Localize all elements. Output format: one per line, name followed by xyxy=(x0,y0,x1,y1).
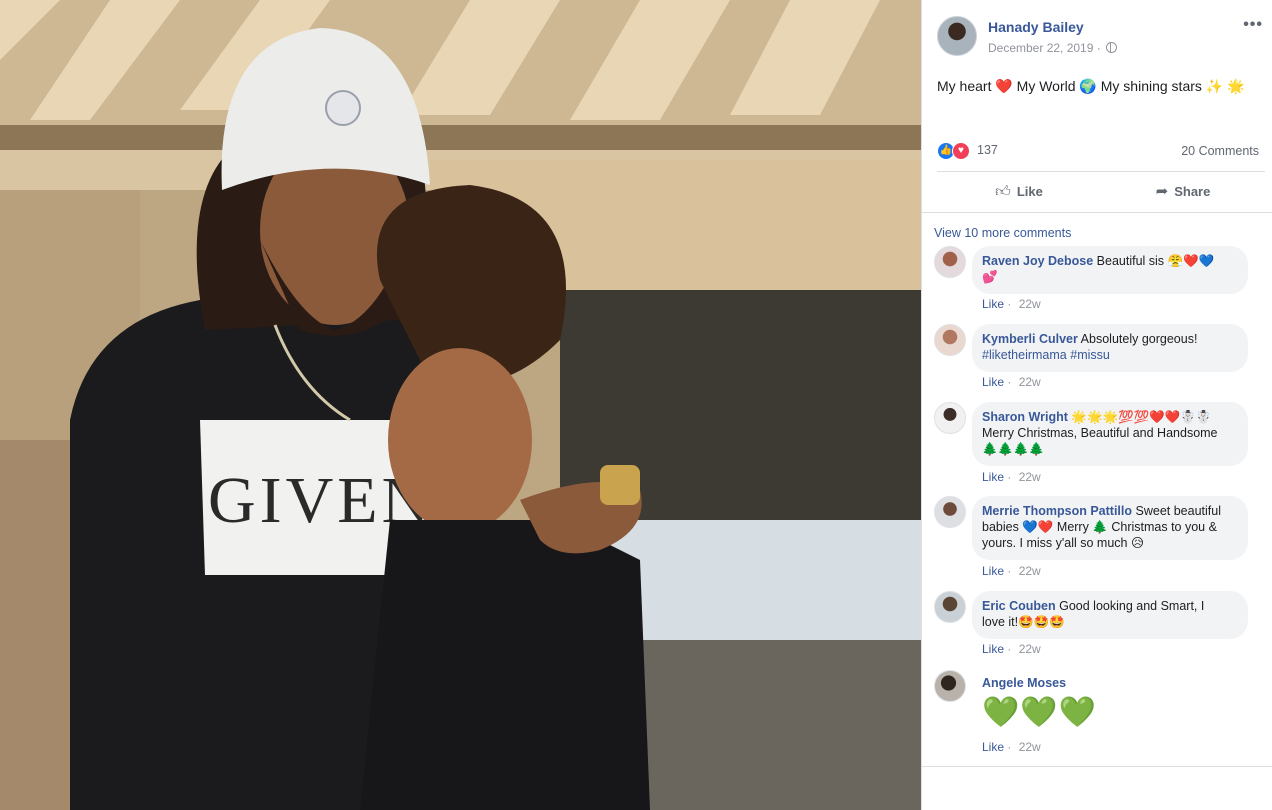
commenter-name[interactable]: Angele Moses xyxy=(982,676,1066,690)
commenter-avatar[interactable] xyxy=(934,402,966,434)
comment-meta: Like · 22w xyxy=(982,470,1041,484)
globe-icon xyxy=(1106,42,1118,53)
comment-meta: Like · 22w xyxy=(982,642,1041,656)
comment-meta: Like · 22w xyxy=(982,297,1041,311)
love-reaction-icon[interactable]: ♥ xyxy=(952,142,970,160)
comment-meta: Like · 22w xyxy=(982,375,1041,389)
hashtag-link[interactable]: #liketheirmama xyxy=(982,348,1067,362)
reactions-count[interactable]: 137 xyxy=(977,143,998,157)
like-button[interactable]: 👍︎ Like xyxy=(937,172,1101,212)
commenter-avatar[interactable] xyxy=(934,246,966,278)
comment-text: Absolutely gorgeous! xyxy=(1080,332,1198,346)
comment-text: Good looking and Smart, I xyxy=(1059,599,1205,613)
reactions-bar: 👍 ♥ 137 20 Comments xyxy=(937,140,1267,162)
comments-count[interactable]: 20 Comments xyxy=(1181,144,1259,158)
comment-header: Angele Moses xyxy=(982,676,1066,690)
girl-face xyxy=(388,348,532,532)
comment-meta: Like · 22w xyxy=(982,564,1041,578)
comment-like-link[interactable]: Like xyxy=(982,642,1004,656)
commenter-avatar[interactable] xyxy=(934,591,966,623)
author-avatar[interactable] xyxy=(937,16,977,56)
comment-text-line2: Merry Christmas, Beautiful and Handsome xyxy=(982,426,1218,440)
comment-bubble: Sharon Wright 🌟🌟🌟💯💯❤️❤️☃️☃️ Merry Christ… xyxy=(972,402,1248,466)
commenter-name[interactable]: Merrie Thompson Pattillo xyxy=(982,504,1132,518)
post-sidebar: Hanady Bailey December 22, 2019 · ••• My… xyxy=(921,0,1272,810)
action-bar: 👍︎ Like ➦ Share xyxy=(937,171,1265,211)
comment-text-line2: 💕 xyxy=(982,270,998,284)
comment-time[interactable]: 22w xyxy=(1019,740,1041,754)
comments-bottom-divider xyxy=(922,766,1272,767)
more-options-icon[interactable]: ••• xyxy=(1243,16,1263,34)
comment-like-link[interactable]: Like xyxy=(982,740,1004,754)
comment-like-link[interactable]: Like xyxy=(982,375,1004,389)
share-button[interactable]: ➦ Share xyxy=(1101,172,1265,212)
commenter-name[interactable]: Sharon Wright xyxy=(982,410,1068,424)
watch xyxy=(600,465,640,505)
comment-time[interactable]: 22w xyxy=(1019,470,1041,484)
commenter-avatar[interactable] xyxy=(934,496,966,528)
post-date-text[interactable]: December 22, 2019 · xyxy=(988,41,1101,55)
comment-text-line3: 🌲🌲🌲🌲 xyxy=(982,442,1045,456)
commenter-avatar[interactable] xyxy=(934,324,966,356)
comment-bubble: Raven Joy Debose Beautiful sis 😤❤️💙 💕 xyxy=(972,246,1248,294)
thumbs-up-icon: 👍︎ xyxy=(995,183,1011,200)
comment-time[interactable]: 22w xyxy=(1019,297,1041,311)
comment-text: Sweet beautiful xyxy=(1135,504,1221,518)
view-more-comments-link[interactable]: View 10 more comments xyxy=(934,226,1071,240)
comment-bubble: Merrie Thompson Pattillo Sweet beautiful… xyxy=(972,496,1248,560)
green-hearts-emoji: 💚💚💚 xyxy=(982,696,1098,729)
commenter-name[interactable]: Kymberli Culver xyxy=(982,332,1078,346)
comment-time[interactable]: 22w xyxy=(1019,564,1041,578)
comment-like-link[interactable]: Like xyxy=(982,470,1004,484)
comment-bubble: Kymberli Culver Absolutely gorgeous! #li… xyxy=(972,324,1248,372)
post-header: Hanady Bailey December 22, 2019 · ••• xyxy=(937,16,1267,60)
comment-text: 🌟🌟🌟💯💯❤️❤️☃️☃️ xyxy=(1071,410,1212,424)
comment-text: Beautiful sis 😤❤️💙 xyxy=(1096,254,1215,268)
comment-text-line3: yours. I miss y'all so much 😥 xyxy=(982,536,1144,550)
post-photo[interactable]: GIVENC xyxy=(0,0,921,810)
commenter-name[interactable]: Eric Couben xyxy=(982,599,1056,613)
photo-scene: GIVENC xyxy=(0,0,921,810)
beanie-logo xyxy=(325,90,361,126)
comment-bubble: Eric Couben Good looking and Smart, I lo… xyxy=(972,591,1248,639)
comment-like-link[interactable]: Like xyxy=(982,297,1004,311)
share-button-label: Share xyxy=(1174,184,1211,199)
post-text: My heart ❤️ My World 🌍 My shining stars … xyxy=(937,78,1245,94)
comment-time[interactable]: 22w xyxy=(1019,642,1041,656)
post-date[interactable]: December 22, 2019 · xyxy=(988,41,1118,55)
share-arrow-icon: ➦ xyxy=(1155,183,1169,200)
comment-time[interactable]: 22w xyxy=(1019,375,1041,389)
comment-meta: Like · 22w xyxy=(982,740,1041,754)
comments-area xyxy=(922,212,1272,766)
comment-like-link[interactable]: Like xyxy=(982,564,1004,578)
girl-top xyxy=(360,520,650,810)
like-button-label: Like xyxy=(1016,184,1043,199)
commenter-name[interactable]: Raven Joy Debose xyxy=(982,254,1093,268)
hashtag-link[interactable]: #missu xyxy=(1070,348,1110,362)
comment-text-line2: babies 💙❤️ Merry 🌲 Christmas to you & xyxy=(982,520,1217,534)
author-name[interactable]: Hanady Bailey xyxy=(988,19,1084,35)
commenter-avatar[interactable] xyxy=(934,670,966,702)
comment-text-line2: love it!🤩🤩🤩 xyxy=(982,615,1065,629)
